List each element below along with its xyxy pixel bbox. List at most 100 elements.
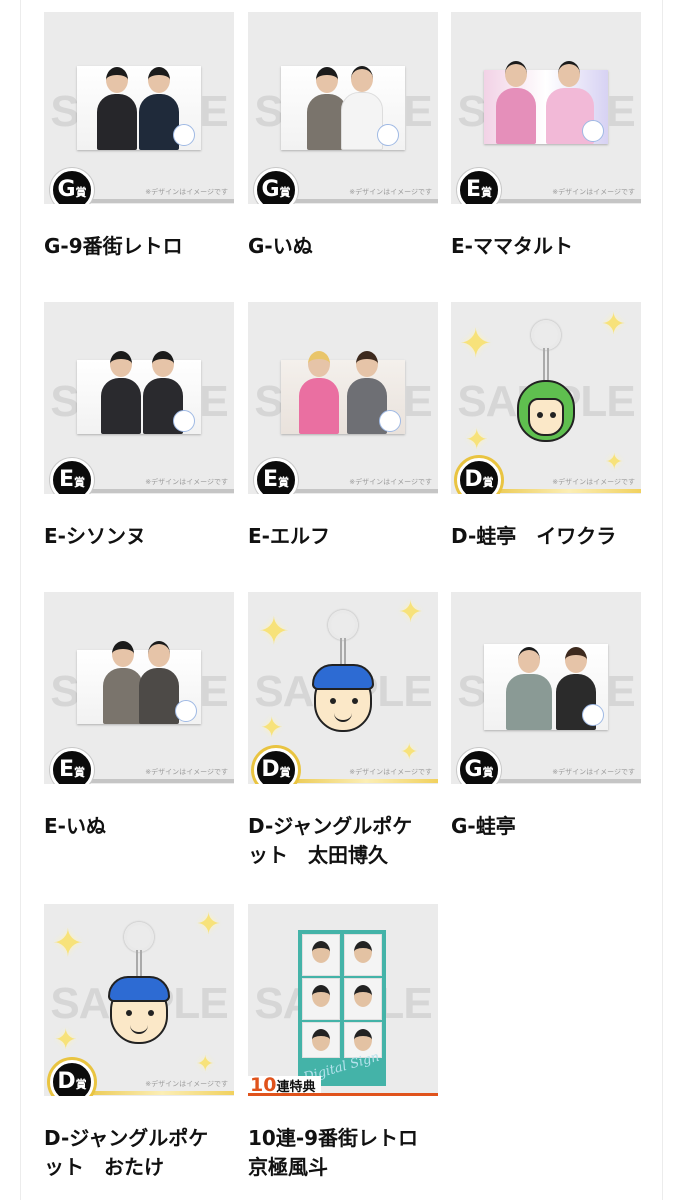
design-note: ※デザインはイメージです <box>145 1080 228 1088</box>
badge-kanji: 賞 <box>279 186 291 199</box>
sparkle-icon: ✦ <box>52 921 84 965</box>
badge-letter: E <box>465 177 482 202</box>
tier-bar <box>74 1091 234 1095</box>
tier-bar <box>278 779 438 783</box>
collage-photo <box>302 978 340 1020</box>
badge-letter: G <box>57 177 76 202</box>
character-face <box>312 664 374 732</box>
prize-caption[interactable]: E-シソンヌ <box>44 522 244 551</box>
badge-letter: E <box>58 757 75 782</box>
prize-caption[interactable]: E-エルフ <box>248 522 448 551</box>
sparkle-icon: ✦ <box>398 595 424 630</box>
logo-sticker <box>173 410 195 432</box>
prize-thumbnail[interactable]: SAMPLE ※デザインはイメージです E賞 <box>44 592 234 784</box>
badge-kanji: 賞 <box>278 476 290 489</box>
left-rail <box>20 0 21 1200</box>
prize-thumbnail[interactable]: SAMPLE ※デザインはイメージです E賞 <box>451 12 641 204</box>
prize-badge: D賞 <box>254 748 298 784</box>
badge-letter: G <box>261 177 280 202</box>
logo-sticker <box>379 410 401 432</box>
badge-letter: D <box>57 1069 76 1094</box>
logo-sticker <box>377 124 399 146</box>
tier-bar <box>278 489 438 493</box>
acrylic-photo <box>281 66 405 150</box>
prize-caption[interactable]: D-ジャングルポケ ット おたけ <box>44 1124 244 1182</box>
badge-kanji: 賞 <box>481 186 493 199</box>
acrylic-keychain <box>312 610 374 750</box>
prize-grid: SAMPLE ※デザインはイメージです G賞 G-9番街レトロ SAMPLE ※… <box>0 0 683 1200</box>
prize-caption[interactable]: G-9番街レトロ <box>44 232 244 261</box>
badge-letter: D <box>464 467 483 492</box>
design-note: ※デザインはイメージです <box>349 478 432 486</box>
badge-letter: G <box>464 757 483 782</box>
badge-kanji: 賞 <box>74 766 86 779</box>
prize-badge: G賞 <box>50 168 94 204</box>
prize-badge: E賞 <box>254 458 298 494</box>
prize-badge: D賞 <box>50 1060 94 1096</box>
collage-photo <box>344 934 382 976</box>
prize-badge: D賞 <box>457 458 501 494</box>
prize-thumbnail[interactable]: SAMPLE ✦ ✦ ✦ ✦ ※デザインはイメージです D賞 <box>451 302 641 494</box>
design-note: ※デザインはイメージです <box>349 768 432 776</box>
prize-thumbnail[interactable]: SAMPLE ✦ ✦ ✦ ✦ ※デザインはイメージです D賞 <box>248 592 438 784</box>
collage-photo <box>344 978 382 1020</box>
design-note: ※デザインはイメージです <box>552 768 635 776</box>
badge-kanji: 賞 <box>279 766 291 779</box>
prize-badge: G賞 <box>457 748 501 784</box>
acrylic-photo <box>77 351 201 434</box>
tier-bar <box>481 199 641 203</box>
prize-thumbnail[interactable]: SAMPLE ※デザインはイメージです G賞 <box>44 12 234 204</box>
badge-kanji: 賞 <box>75 186 87 199</box>
design-note: ※デザインはイメージです <box>552 188 635 196</box>
bonus-bar <box>248 1093 438 1096</box>
prize-caption[interactable]: E-ママタルト <box>451 232 651 261</box>
acrylic-keychain <box>517 320 577 460</box>
collage-photo <box>302 1022 340 1058</box>
tier-bar <box>74 779 234 783</box>
tier-bar <box>481 489 641 493</box>
badge-letter: E <box>58 467 75 492</box>
photo-collage: Digital Sign <box>298 930 386 1086</box>
sparkle-icon: ✦ <box>54 1023 78 1056</box>
badge-kanji: 賞 <box>482 766 494 779</box>
prize-thumbnail[interactable]: SAMPLE ※デザインはイメージです G賞 <box>248 12 438 204</box>
tier-bar <box>278 199 438 203</box>
sparkle-icon: ✦ <box>196 907 222 942</box>
prize-thumbnail[interactable]: SAMPLE ※デザインはイメージです G賞 <box>451 592 641 784</box>
badge-kanji: 賞 <box>74 476 86 489</box>
bonus-ribbon: 10連特典 <box>248 1076 322 1095</box>
sparkle-icon: ✦ <box>260 711 284 744</box>
sparkle-icon: ✦ <box>459 321 493 367</box>
prize-thumbnail[interactable]: SAMPLE ※デザインはイメージです E賞 <box>44 302 234 494</box>
prize-caption[interactable]: G-いぬ <box>248 232 448 261</box>
character-face <box>517 380 575 442</box>
design-note: ※デザインはイメージです <box>145 768 228 776</box>
sparkle-icon: ✦ <box>258 609 290 653</box>
prize-thumbnail[interactable]: SAMPLE Digital Sign 10連特典 <box>248 904 438 1096</box>
sparkle-icon: ✦ <box>601 307 627 342</box>
prize-caption[interactable]: 10連-9番街レトロ 京極風斗 <box>248 1124 448 1182</box>
prize-thumbnail[interactable]: SAMPLE ※デザインはイメージです E賞 <box>248 302 438 494</box>
design-note: ※デザインはイメージです <box>145 478 228 486</box>
prize-caption[interactable]: D-蛙亭 イワクラ <box>451 522 651 551</box>
sparkle-icon: ✦ <box>605 450 624 475</box>
design-note: ※デザインはイメージです <box>145 188 228 196</box>
prize-caption[interactable]: G-蛙亭 <box>451 812 651 841</box>
acrylic-photo <box>77 641 201 724</box>
prize-badge: E賞 <box>50 748 94 784</box>
character-face <box>108 976 170 1044</box>
prize-caption[interactable]: E-いぬ <box>44 812 244 841</box>
tier-bar <box>74 199 234 203</box>
collage-photo <box>302 934 340 976</box>
badge-letter: D <box>261 757 280 782</box>
prize-caption[interactable]: D-ジャングルポケ ット 太田博久 <box>248 812 448 870</box>
acrylic-photo <box>484 61 608 144</box>
logo-sticker <box>582 704 604 726</box>
right-rail <box>662 0 663 1200</box>
prize-thumbnail[interactable]: SAMPLE ✦ ✦ ✦ ✦ ※デザインはイメージです D賞 <box>44 904 234 1096</box>
badge-kanji: 賞 <box>482 476 494 489</box>
sparkle-icon: ✦ <box>400 740 419 765</box>
tier-bar <box>481 779 641 783</box>
logo-sticker <box>175 700 197 722</box>
prize-badge: E賞 <box>50 458 94 494</box>
